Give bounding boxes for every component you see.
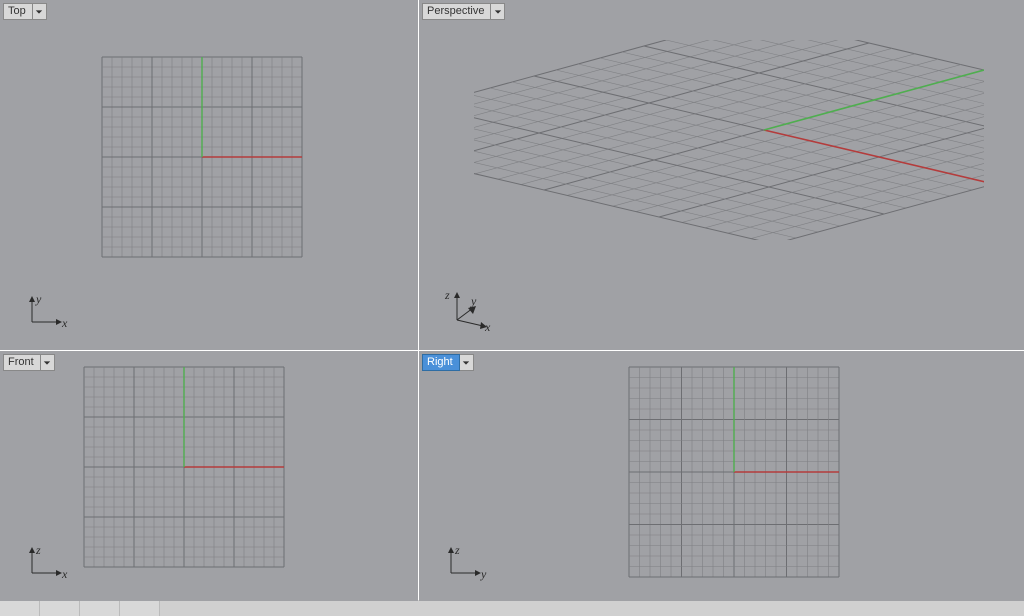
axis-label-x: x [485,320,490,335]
viewport-label-perspective[interactable]: Perspective [422,3,505,20]
chevron-down-icon [35,8,43,16]
axis-label-h: x [62,567,67,582]
grid-right [627,365,842,580]
viewport-title[interactable]: Front [3,354,41,371]
grid-front [82,365,287,570]
viewport-top[interactable]: Top y x [0,0,418,350]
viewport-label-right[interactable]: Right [422,354,474,371]
viewport-perspective[interactable]: Perspective z y x [419,0,1024,350]
axis-label-v: z [455,543,460,558]
status-segment[interactable] [40,600,80,616]
viewport-menu-dropdown[interactable] [33,3,47,20]
chevron-down-icon [43,359,51,367]
viewport-label-front[interactable]: Front [3,354,55,371]
axis-label-y: y [471,294,476,309]
axis-indicator-right: z y [443,547,483,585]
grid-top [100,55,305,260]
axis-indicator-top: y x [24,296,64,334]
viewport-grid: Top y x Perspective [0,0,1024,600]
viewport-label-top[interactable]: Top [3,3,47,20]
grid-perspective [474,40,984,240]
chevron-down-icon [494,8,502,16]
viewport-right[interactable]: Right z y [419,351,1024,601]
status-segment[interactable] [80,600,120,616]
axis-label-z: z [445,288,450,303]
status-segment[interactable] [0,600,40,616]
axis-indicator-perspective: z y x [443,290,491,334]
status-bar [0,600,1024,616]
axis-label-h: x [62,316,67,331]
chevron-down-icon [462,359,470,367]
axis-label-v: z [36,543,41,558]
viewport-front[interactable]: Front z x [0,351,418,601]
status-segment[interactable] [120,600,160,616]
viewport-title[interactable]: Right [422,354,460,371]
axis-label-h: y [481,567,486,582]
axis-indicator-front: z x [24,547,64,585]
viewport-title[interactable]: Top [3,3,33,20]
viewport-menu-dropdown[interactable] [460,354,474,371]
viewport-title[interactable]: Perspective [422,3,491,20]
viewport-menu-dropdown[interactable] [41,354,55,371]
viewport-menu-dropdown[interactable] [491,3,505,20]
axis-label-v: y [36,292,41,307]
